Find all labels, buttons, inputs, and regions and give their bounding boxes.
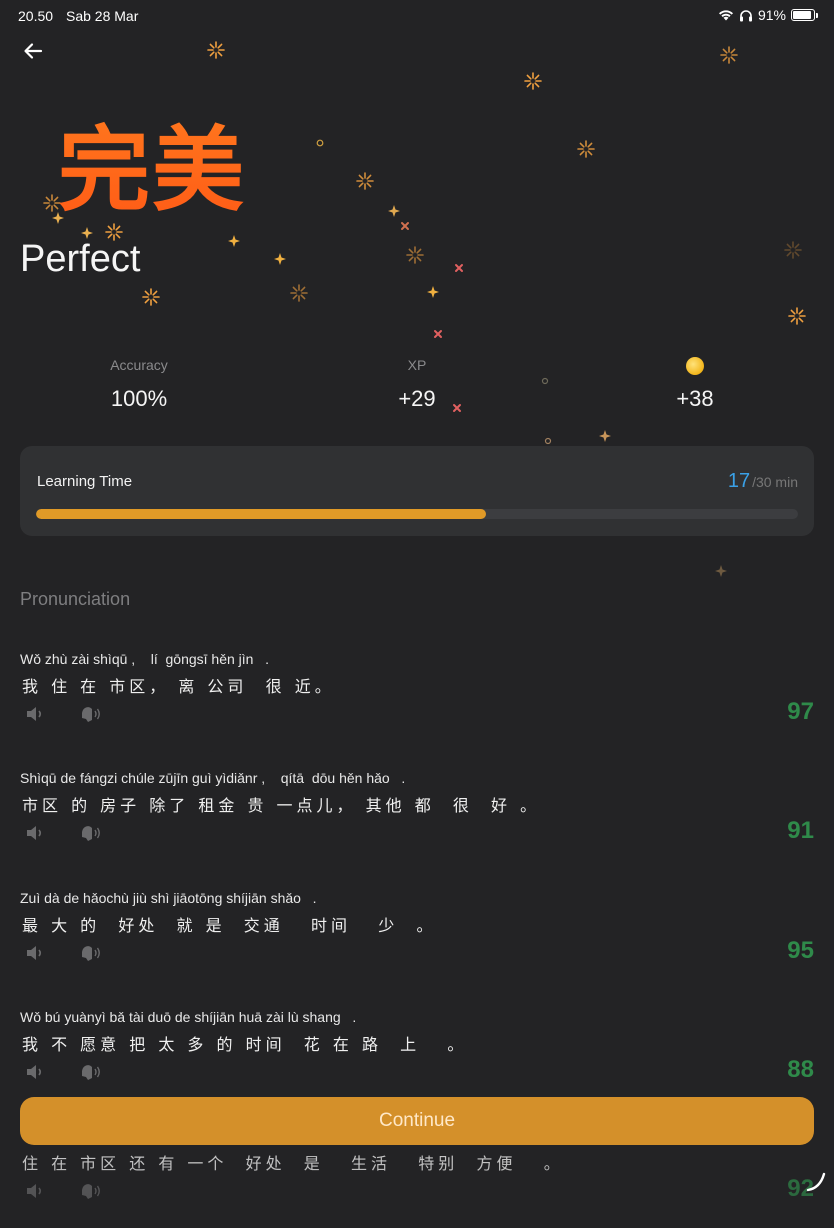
sentence-hanzi: 我 不 愿意 把 太 多 的 时间 花 在 路 上 。 xyxy=(22,1035,468,1054)
sentence-hanzi: 住 在 市区 还 有 一个 好处 是 生活 特别 方便 。 xyxy=(22,1154,564,1173)
speaker-icon[interactable] xyxy=(24,1180,48,1202)
sentence-item: Zuì dà de hǎochù jiù shì jiāotōng shíjiā… xyxy=(20,890,814,990)
sentence-item: Wǒ bú yuànyì bǎ tài duō de shíjiān huā z… xyxy=(20,1009,814,1109)
learning-time-progress xyxy=(36,509,798,519)
stat-accuracy: Accuracy 100% xyxy=(59,354,219,412)
voice-playback-icon[interactable] xyxy=(78,942,102,964)
arrow-left-icon[interactable] xyxy=(20,38,46,64)
sentence-pinyin: Shìqū de fángzi chúle zūjīn guì yìdiǎnr … xyxy=(20,770,406,786)
pronunciation-score: 95 xyxy=(787,937,814,964)
speaker-icon[interactable] xyxy=(24,822,48,844)
result-title-chinese: 完美 xyxy=(58,96,246,229)
pronunciation-score: 97 xyxy=(787,698,814,725)
stat-coins: +38 xyxy=(615,354,775,412)
sentence-pinyin: Wǒ zhù zài shìqū , lí gōngsī hěn jìn . xyxy=(20,651,270,667)
continue-button[interactable]: Continue xyxy=(20,1097,814,1145)
wifi-icon xyxy=(718,10,733,21)
status-time: 20.50 xyxy=(18,8,54,24)
sentence-pinyin: Zuì dà de hǎochù jiù shì jiāotōng shíjiā… xyxy=(20,890,317,906)
voice-playback-icon[interactable] xyxy=(78,1180,102,1202)
voice-playback-icon[interactable] xyxy=(78,822,102,844)
stat-accuracy-value: 100% xyxy=(110,386,168,411)
corner-swipe-icon xyxy=(806,1172,826,1192)
result-title: Perfect xyxy=(20,238,141,280)
stat-coins-value: +38 xyxy=(676,386,714,411)
voice-playback-icon[interactable] xyxy=(78,703,102,725)
learning-time-total: /30 min xyxy=(752,474,798,490)
sentence-hanzi: 最 大 的 好处 就 是 交通 时间 少 。 xyxy=(22,916,437,935)
status-indicators: 91% xyxy=(718,7,818,23)
stat-xp-label: XP xyxy=(407,357,427,373)
sentence-item: Shìqū de fángzi chúle zūjīn guì yìdiǎnr … xyxy=(20,770,814,870)
sentence-pinyin: Wǒ bú yuànyì bǎ tài duō de shíjiān huā z… xyxy=(20,1009,357,1025)
speaker-icon[interactable] xyxy=(24,1061,48,1083)
coin-icon xyxy=(686,357,704,376)
battery-percent: 91% xyxy=(757,7,786,23)
headphones-icon xyxy=(739,9,752,21)
sentence-hanzi: 我 住 在 市区， 离 公司 很 近。 xyxy=(22,677,335,696)
stat-accuracy-label: Accuracy xyxy=(110,357,168,373)
sentence-item: Wǒ zhù zài shìqū , lí gōngsī hěn jìn . 我… xyxy=(20,651,814,751)
pronunciation-score: 91 xyxy=(787,817,814,844)
battery-icon xyxy=(791,9,815,21)
stat-xp-value: +29 xyxy=(398,386,436,411)
learning-time-current: 17 xyxy=(727,470,751,492)
voice-playback-icon[interactable] xyxy=(78,1061,102,1083)
speaker-icon[interactable] xyxy=(24,942,48,964)
learning-time-progress-fill xyxy=(36,509,486,519)
learning-time-label: Learning Time xyxy=(37,473,133,490)
status-bar: 20.50 Sab 28 Mar 91% xyxy=(0,0,834,32)
status-date: Sab 28 Mar xyxy=(66,8,139,24)
pronunciation-score: 88 xyxy=(787,1056,814,1083)
learning-time-card: Learning Time 17/30 min xyxy=(20,446,814,536)
sentence-hanzi: 市区 的 房子 除了 租金 贵 一点儿， 其他 都 很 好 。 xyxy=(22,796,541,815)
stat-xp: XP +29 xyxy=(337,354,497,412)
pronunciation-title: Pronunciation xyxy=(20,589,131,609)
learning-time-value: 17/30 min xyxy=(728,470,798,493)
speaker-icon[interactable] xyxy=(24,703,48,725)
